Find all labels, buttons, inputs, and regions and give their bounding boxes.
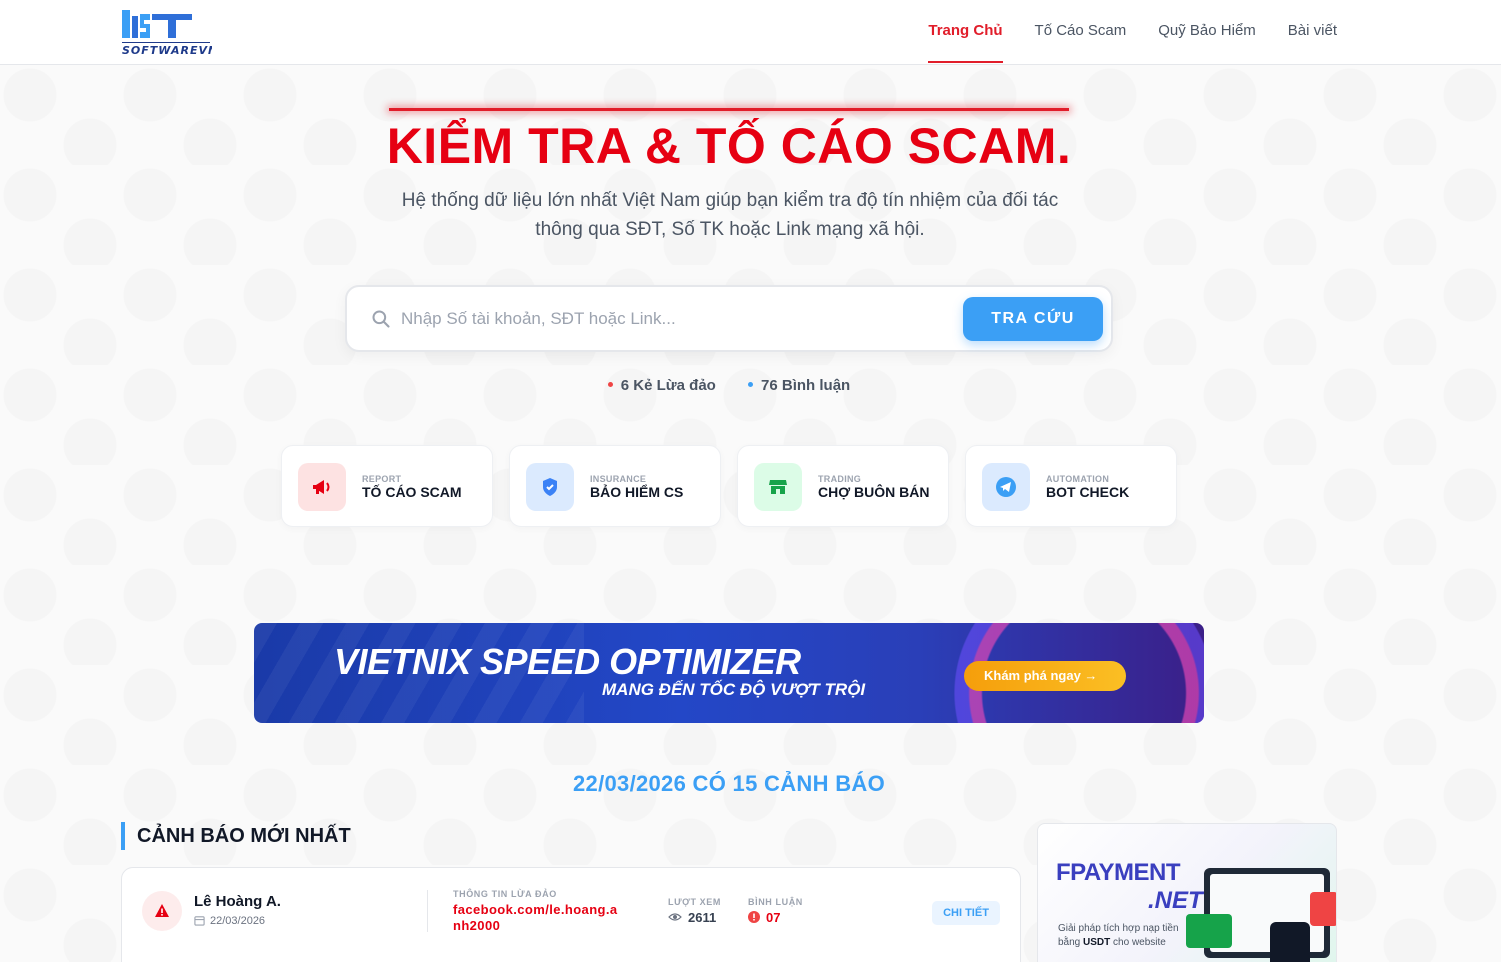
banner-tagline: MANG ĐẾN TỐC ĐỘ VƯỢT TRỘI — [602, 680, 866, 699]
ad-description: Giải pháp tích hợp nạp tiền bằng USDT ch… — [1058, 923, 1179, 948]
ad-brand-line2: .NET — [1148, 887, 1203, 914]
detail-button[interactable]: CHI TIẾT — [932, 901, 1000, 925]
site-header: SOFTWAREVN Trang Chủ Tố Cáo Scam Quỹ Bảo… — [0, 0, 1501, 65]
nav-home[interactable]: Trang Chủ — [928, 0, 1003, 64]
store-icon — [754, 463, 802, 511]
feature-eyebrow: TRADING — [818, 474, 862, 484]
feature-eyebrow: REPORT — [362, 474, 402, 484]
feature-title: TỐ CÁO SCAM — [362, 484, 462, 500]
search-input[interactable] — [401, 303, 941, 335]
nav-insurance-fund[interactable]: Quỹ Bảo Hiểm — [1158, 0, 1256, 64]
ad-brand-line1: FPAYMENT — [1056, 859, 1181, 886]
ad-red-card-graphic — [1310, 892, 1336, 926]
stats-row: 6 Kẻ Lừa đảo 76 Bình luận — [0, 377, 1458, 394]
eye-icon — [668, 913, 682, 921]
search-icon — [372, 310, 390, 328]
nav-articles[interactable]: Bài viết — [1288, 0, 1337, 64]
side-ad-fpayment[interactable]: FPAYMENT .NET Giải pháp tích hợp nạp tiề… — [1037, 823, 1337, 962]
stat-comments: 76 Bình luận — [748, 377, 850, 394]
feature-title: BOT CHECK — [1046, 484, 1130, 500]
search-button[interactable]: TRA CỨU — [963, 297, 1103, 341]
feature-card-bot[interactable]: AUTOMATION BOT CHECK — [965, 445, 1177, 527]
alert-circle-icon — [748, 911, 760, 923]
divider — [427, 890, 428, 932]
alert-date: 22/03/2026 — [210, 915, 266, 927]
comments-count: 07 — [766, 910, 781, 925]
feature-eyebrow: AUTOMATION — [1046, 474, 1110, 484]
nav-report-scam[interactable]: Tố Cáo Scam — [1035, 0, 1127, 64]
calendar-icon — [194, 916, 205, 926]
telegram-icon — [982, 463, 1030, 511]
banner-cta-button[interactable]: Khám phá ngay → — [964, 661, 1126, 691]
warning-icon — [142, 891, 182, 931]
promo-banner[interactable]: VIETNIX SPEED OPTIMIZER MANG ĐẾN TỐC ĐỘ … — [254, 623, 1204, 723]
section-title-latest-alerts: CẢNH BÁO MỚI NHẤT — [121, 822, 351, 850]
feature-card-report[interactable]: REPORT TỐ CÁO SCAM — [281, 445, 493, 527]
alert-card[interactable]: Lê Hoàng A. 22/03/2026 THÔNG TIN LỪA ĐẢO… — [121, 867, 1021, 962]
daily-alert-count: 22/03/2026 CÓ 15 CẢNH BÁO — [573, 771, 885, 796]
feature-card-trading[interactable]: TRADING CHỢ BUÔN BÁN — [737, 445, 949, 527]
shield-icon — [526, 463, 574, 511]
views-count: 2611 — [688, 910, 717, 925]
info-label: THÔNG TIN LỪA ĐẢO — [453, 889, 557, 899]
svg-text:SOFTWAREVN: SOFTWAREVN — [122, 44, 212, 56]
hero-accent-line — [389, 108, 1069, 111]
banner-headline: VIETNIX SPEED OPTIMIZER — [334, 641, 801, 682]
feature-eyebrow: INSURANCE — [590, 474, 647, 484]
red-dot-icon — [607, 381, 613, 387]
feature-title: CHỢ BUÔN BÁN — [818, 484, 930, 500]
site-logo[interactable]: SOFTWAREVN — [120, 8, 217, 57]
views-label: LƯỢT XEM — [668, 897, 721, 907]
hero-title: KIỂM TRA & TỐ CÁO SCAM. — [386, 118, 1072, 174]
blue-dot-icon — [748, 381, 754, 387]
search-box: TRA CỨU — [345, 285, 1113, 352]
megaphone-icon — [298, 463, 346, 511]
ad-green-card-graphic — [1186, 914, 1232, 948]
hero-subtitle: Hệ thống dữ liệu lớn nhất Việt Nam giúp … — [401, 190, 1059, 240]
stat-scammers: 6 Kẻ Lừa đảo — [607, 377, 716, 394]
phone-graphic — [1270, 922, 1310, 962]
feature-card-insurance[interactable]: INSURANCE BẢO HIỂM CS — [509, 445, 721, 527]
feature-title: BẢO HIỂM CS — [590, 484, 684, 500]
alert-name[interactable]: Lê Hoàng A. — [194, 893, 281, 910]
comments-label: BÌNH LUẬN — [748, 897, 803, 907]
scam-info-link[interactable]: facebook.com/le.hoang.anh2000 — [453, 902, 623, 934]
main-nav: Trang Chủ Tố Cáo Scam Quỹ Bảo Hiểm Bài v… — [896, 0, 1337, 64]
